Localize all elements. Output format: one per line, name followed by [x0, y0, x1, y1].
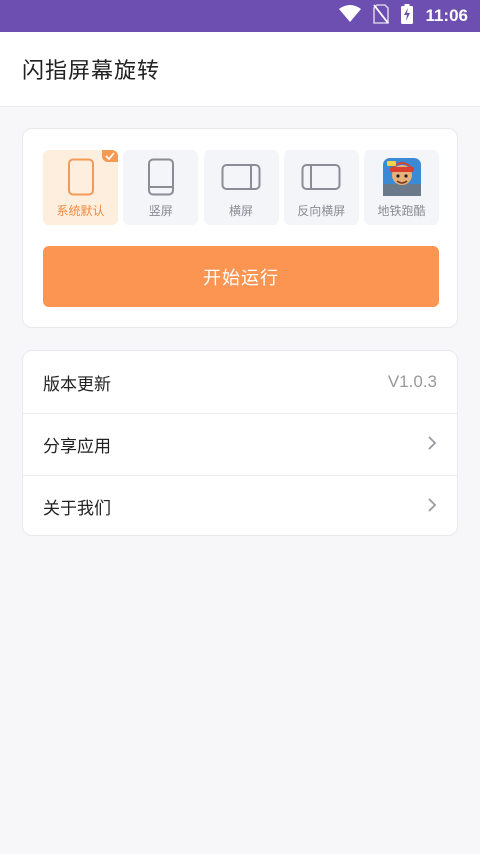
page-title: 闪指屏幕旋转: [22, 59, 161, 84]
list-item-version-update[interactable]: 版本更新 V1.0.3: [23, 351, 457, 413]
mode-label: 反向横屏: [297, 204, 346, 218]
mode-landscape[interactable]: 横屏: [203, 150, 279, 225]
mode-system-default[interactable]: 系统默认: [43, 150, 118, 225]
rotation-mode-card: 系统默认 竖屏 横屏 反向横屏 地铁跑酷 开始运行: [22, 128, 458, 328]
mode-label: 地铁跑酷: [377, 204, 426, 218]
phone-outline-icon: [61, 157, 101, 197]
rotation-mode-list: 系统默认 竖屏 横屏 反向横屏 地铁跑酷: [43, 150, 439, 225]
mode-label: 系统默认: [56, 204, 105, 218]
status-bar: 11:06: [0, 0, 480, 32]
mode-label: 竖屏: [148, 204, 173, 218]
mode-portrait[interactable]: 竖屏: [123, 150, 199, 225]
list-item-about-us[interactable]: 关于我们: [23, 475, 457, 537]
list-item-label: 版本更新: [43, 374, 111, 395]
no-sim-icon: [373, 4, 390, 28]
list-item-label: 关于我们: [43, 499, 111, 519]
mode-label: 横屏: [228, 204, 253, 218]
landscape-phone-icon: [221, 157, 261, 197]
reverse-landscape-phone-icon: [301, 157, 341, 197]
app-bar: 闪指屏幕旋转: [0, 32, 480, 107]
list-item-share-app[interactable]: 分享应用: [23, 413, 457, 475]
check-icon: [102, 150, 118, 162]
version-value: V1.0.3: [387, 372, 437, 391]
start-button[interactable]: 开始运行: [43, 246, 439, 307]
portrait-phone-icon: [141, 157, 181, 197]
wifi-icon: [339, 5, 362, 27]
subway-surfers-game-icon: [382, 157, 422, 197]
chevron-right-icon: [427, 497, 437, 517]
list-item-label: 分享应用: [43, 437, 111, 457]
mode-reverse-landscape[interactable]: 反向横屏: [283, 150, 359, 225]
status-time: 11:06: [425, 6, 468, 25]
settings-list-card: 版本更新 V1.0.3 分享应用 关于我们: [22, 350, 458, 536]
chevron-right-icon: [427, 435, 437, 455]
battery-charging-icon: [401, 4, 414, 28]
mode-subway-surfers[interactable]: 地铁跑酷: [364, 150, 439, 225]
